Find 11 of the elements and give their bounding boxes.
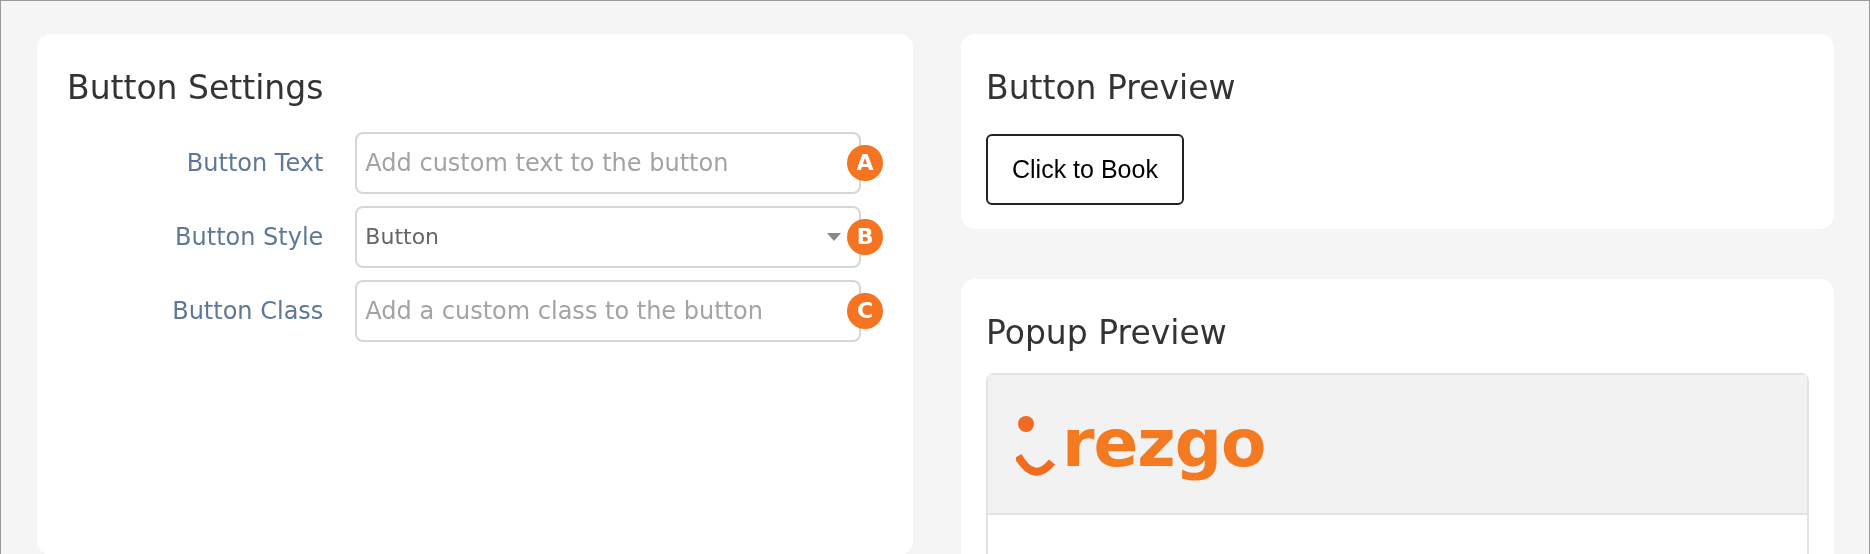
field-label: Button Text <box>185 147 325 179</box>
field-label: Button Style <box>174 221 325 253</box>
caret-icon <box>827 232 842 241</box>
panel-title: Popup Preview <box>986 312 1228 353</box>
callout-badge: C <box>847 292 883 329</box>
callout-badge: B <box>847 218 883 255</box>
field-label: Button Class <box>171 295 325 327</box>
callout-badge: A <box>847 144 883 181</box>
panel-title: Button Preview <box>986 67 1237 108</box>
panel-title: Button Settings <box>67 67 325 108</box>
book-button[interactable]: Click to Book <box>986 133 1184 206</box>
